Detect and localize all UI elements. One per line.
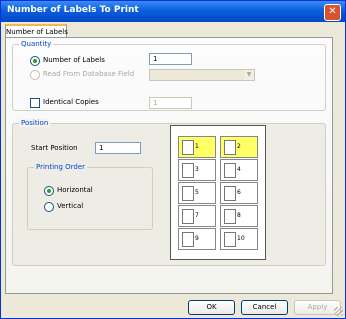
- label-cell-box: [182, 163, 194, 178]
- position-group: Position Start Position 1 Printing Order…: [12, 119, 326, 266]
- label-cell-box: [182, 186, 194, 201]
- label-cell-number: 4: [237, 166, 241, 173]
- label-cell-box: [182, 209, 194, 224]
- label-cell-5[interactable]: 5: [178, 182, 216, 204]
- quantity-group-title: Quantity: [19, 40, 54, 48]
- label-cell-2[interactable]: 2: [220, 136, 258, 158]
- start-position-label: Start Position: [31, 144, 78, 152]
- label-cell-8[interactable]: 8: [220, 205, 258, 227]
- label-cell-number: 1: [195, 143, 199, 150]
- printing-order-title: Printing Order: [34, 163, 88, 171]
- label-cell-3[interactable]: 3: [178, 159, 216, 181]
- identical-copies-checkbox[interactable]: [30, 98, 40, 108]
- number-of-labels-label: Number of Labels: [43, 56, 105, 64]
- label-cell-box: [224, 232, 236, 247]
- label-cell-7[interactable]: 7: [178, 205, 216, 227]
- vertical-radio[interactable]: [44, 202, 54, 212]
- dialog-window: Number of Labels To Print ✕ Number of La…: [0, 0, 346, 319]
- label-cell-number: 3: [195, 166, 199, 173]
- printing-order-group: Printing Order Horizontal Vertical: [27, 163, 153, 230]
- start-position-input[interactable]: 1: [95, 142, 141, 154]
- tab-panel: Quantity Number of Labels 1 Read From Da…: [5, 37, 333, 294]
- label-cell-number: 7: [195, 212, 199, 219]
- position-group-title: Position: [19, 119, 51, 127]
- label-cell-number: 9: [195, 235, 199, 242]
- vertical-label: Vertical: [57, 202, 84, 210]
- label-cell-9[interactable]: 9: [178, 228, 216, 250]
- label-cell-box: [224, 140, 236, 155]
- identical-copies-input[interactable]: 1: [149, 97, 192, 109]
- ok-button[interactable]: OK: [188, 300, 235, 315]
- title-bar[interactable]: Number of Labels To Print ✕: [1, 1, 345, 22]
- label-cell-1[interactable]: 1: [178, 136, 216, 158]
- label-cell-number: 10: [237, 235, 245, 242]
- read-from-database-label: Read From Database Field: [43, 70, 135, 78]
- database-field-select[interactable]: ▼: [149, 69, 255, 81]
- label-cell-10[interactable]: 10: [220, 228, 258, 250]
- number-of-labels-radio[interactable]: [30, 56, 40, 66]
- horizontal-radio[interactable]: [44, 186, 54, 196]
- label-cell-box: [224, 209, 236, 224]
- window-title: Number of Labels To Print: [7, 5, 139, 15]
- label-sheet-preview: 1 2 3 4 5 6 7 8 9 10: [170, 125, 266, 260]
- label-cell-box: [182, 140, 194, 155]
- label-cell-number: 8: [237, 212, 241, 219]
- horizontal-label: Horizontal: [57, 186, 93, 194]
- quantity-group: Quantity Number of Labels 1 Read From Da…: [12, 40, 326, 111]
- resize-grip-icon[interactable]: [334, 307, 343, 316]
- label-cell-number: 2: [237, 143, 241, 150]
- identical-copies-label: Identical Copies: [43, 98, 99, 106]
- label-cell-number: 5: [195, 189, 199, 196]
- cancel-button[interactable]: Cancel: [241, 300, 288, 315]
- label-cell-box: [224, 186, 236, 201]
- chevron-down-icon: ▼: [244, 70, 254, 80]
- label-cell-number: 6: [237, 189, 241, 196]
- label-cell-box: [182, 232, 194, 247]
- read-from-database-radio[interactable]: [30, 70, 40, 80]
- label-cell-6[interactable]: 6: [220, 182, 258, 204]
- number-of-labels-input[interactable]: 1: [149, 53, 192, 65]
- label-cell-4[interactable]: 4: [220, 159, 258, 181]
- label-cell-box: [224, 163, 236, 178]
- close-icon[interactable]: ✕: [324, 4, 341, 21]
